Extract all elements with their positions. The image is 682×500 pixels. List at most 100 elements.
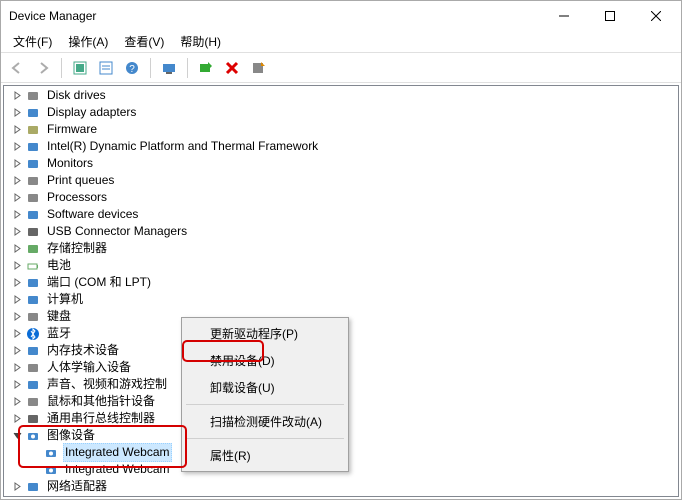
context-menu-item[interactable]: 禁用设备(D) xyxy=(184,347,346,374)
menu-action[interactable]: 操作(A) xyxy=(60,31,116,52)
keyboard-icon xyxy=(25,309,41,325)
tree-node-label: 内存技术设备 xyxy=(45,342,121,359)
tree-node[interactable]: Software devices xyxy=(5,206,677,223)
uninstall-device-button[interactable] xyxy=(220,56,244,80)
tree-node-label: Integrated Webcam xyxy=(63,461,172,478)
cpu-icon xyxy=(25,190,41,206)
expander-icon[interactable] xyxy=(11,362,23,374)
sound-icon xyxy=(25,377,41,393)
battery-icon xyxy=(25,258,41,274)
expander-icon[interactable] xyxy=(11,413,23,425)
show-hidden-button[interactable] xyxy=(68,56,92,80)
tree-node-label: USB Connector Managers xyxy=(45,223,189,240)
tree-node[interactable]: 存储控制器 xyxy=(5,240,677,257)
expander-icon[interactable] xyxy=(29,464,41,476)
svg-text:?: ? xyxy=(129,64,135,75)
tree-node-label: Processors xyxy=(45,189,109,206)
tree-node-label: 网络适配器 xyxy=(45,478,109,495)
window-title: Device Manager xyxy=(9,9,541,23)
scan-hardware-button[interactable] xyxy=(157,56,181,80)
properties-button[interactable] xyxy=(94,56,118,80)
expander-icon[interactable] xyxy=(11,226,23,238)
tree-node-label: Firmware xyxy=(45,121,99,138)
tree-node-label: Intel(R) Dynamic Platform and Thermal Fr… xyxy=(45,138,320,155)
expander-icon[interactable] xyxy=(11,107,23,119)
separator xyxy=(150,58,151,78)
menu-file[interactable]: 文件(F) xyxy=(5,31,60,52)
tree-node[interactable]: 网络适配器 xyxy=(5,478,677,495)
tree-node[interactable]: Processors xyxy=(5,189,677,206)
close-button[interactable] xyxy=(633,1,679,31)
maximize-button[interactable] xyxy=(587,1,633,31)
expander-icon[interactable] xyxy=(11,243,23,255)
tree-node-label: 端口 (COM 和 LPT) xyxy=(45,274,153,291)
tree-node[interactable]: 系统设备 xyxy=(5,495,677,497)
tree-node-label: 系统设备 xyxy=(45,495,97,497)
soft-icon xyxy=(25,207,41,223)
back-button[interactable] xyxy=(5,56,29,80)
expander-icon[interactable] xyxy=(11,328,23,340)
tree-panel: Disk drivesDisplay adaptersFirmwareIntel… xyxy=(3,85,679,497)
tree-node[interactable]: Print queues xyxy=(5,172,677,189)
mouse-icon xyxy=(25,394,41,410)
expander-icon[interactable] xyxy=(11,379,23,391)
tree-node[interactable]: Monitors xyxy=(5,155,677,172)
expander-icon[interactable] xyxy=(11,124,23,136)
update-driver-button[interactable] xyxy=(194,56,218,80)
camera-icon xyxy=(25,428,41,444)
expander-icon[interactable] xyxy=(11,430,23,442)
expander-icon[interactable] xyxy=(11,175,23,187)
expander-icon[interactable] xyxy=(11,481,23,493)
tree-node-label: 键盘 xyxy=(45,308,73,325)
minimize-button[interactable] xyxy=(541,1,587,31)
tree-node[interactable]: 电池 xyxy=(5,257,677,274)
context-menu-item[interactable]: 扫描检测硬件改动(A) xyxy=(184,408,346,435)
tree-node[interactable]: Firmware xyxy=(5,121,677,138)
tree-node-label: 图像设备 xyxy=(45,427,97,444)
expander-icon[interactable] xyxy=(11,90,23,102)
expander-icon[interactable] xyxy=(29,447,41,459)
expander-icon[interactable] xyxy=(11,141,23,153)
expander-icon[interactable] xyxy=(11,396,23,408)
printer-icon xyxy=(25,173,41,189)
tree-node[interactable]: Display adapters xyxy=(5,104,677,121)
tree-node-label: 计算机 xyxy=(45,291,85,308)
storage-icon xyxy=(25,241,41,257)
tree-node-label: 人体学输入设备 xyxy=(45,359,133,376)
disable-device-button[interactable] xyxy=(246,56,270,80)
expander-icon[interactable] xyxy=(11,192,23,204)
menu-view[interactable]: 查看(V) xyxy=(116,31,172,52)
window: Device Manager 文件(F) 操作(A) 查看(V) 帮助(H) ?… xyxy=(0,0,682,500)
tree-node[interactable]: USB Connector Managers xyxy=(5,223,677,240)
expander-icon[interactable] xyxy=(11,294,23,306)
tree-node[interactable]: 端口 (COM 和 LPT) xyxy=(5,274,677,291)
context-menu-item[interactable]: 更新驱动程序(P) xyxy=(184,320,346,347)
sys-icon xyxy=(25,496,41,498)
tree-node[interactable]: Intel(R) Dynamic Platform and Thermal Fr… xyxy=(5,138,677,155)
port-icon xyxy=(25,275,41,291)
forward-button[interactable] xyxy=(31,56,55,80)
context-menu-item[interactable]: 卸载设备(U) xyxy=(184,374,346,401)
tree-node-label: Monitors xyxy=(45,155,95,172)
expander-icon[interactable] xyxy=(11,158,23,170)
help-button[interactable]: ? xyxy=(120,56,144,80)
display-icon xyxy=(25,105,41,121)
tree-node[interactable]: 计算机 xyxy=(5,291,677,308)
menu-help[interactable]: 帮助(H) xyxy=(172,31,229,52)
toolbar: ? xyxy=(1,53,681,83)
tree-node[interactable]: Disk drives xyxy=(5,87,677,104)
usb-icon xyxy=(25,411,41,427)
tree-node-label: 蓝牙 xyxy=(45,325,73,342)
expander-icon[interactable] xyxy=(11,260,23,272)
expander-icon[interactable] xyxy=(11,311,23,323)
expander-icon[interactable] xyxy=(11,345,23,357)
monitor-icon xyxy=(25,156,41,172)
separator xyxy=(61,58,62,78)
expander-icon[interactable] xyxy=(11,209,23,221)
expander-icon[interactable] xyxy=(11,277,23,289)
computer-icon xyxy=(25,292,41,308)
titlebar: Device Manager xyxy=(1,1,681,31)
separator xyxy=(187,58,188,78)
context-menu-item[interactable]: 属性(R) xyxy=(184,442,346,469)
context-menu: 更新驱动程序(P)禁用设备(D)卸载设备(U) 扫描检测硬件改动(A) 属性(R) xyxy=(181,317,349,472)
